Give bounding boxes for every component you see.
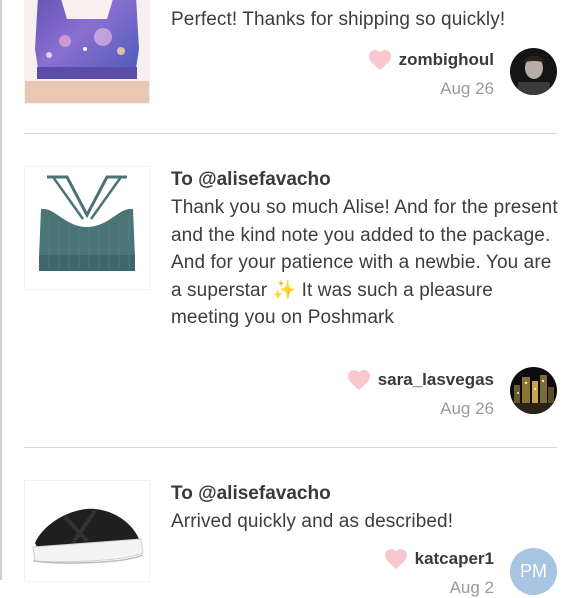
product-thumbnail[interactable] [24, 480, 150, 582]
review-recipient[interactable]: To @alisefavacho [171, 480, 561, 508]
divider [24, 447, 557, 448]
heart-icon[interactable] [368, 49, 392, 71]
black-sandal-image [25, 481, 149, 581]
review-date: Aug 2 [449, 578, 494, 597]
galaxy-sports-bra-image [25, 0, 149, 103]
avatar-initials: PM [520, 561, 547, 581]
user-photo-icon [510, 48, 557, 95]
review-text: Thank you so much Alise! And for the pre… [171, 197, 558, 328]
left-border [0, 0, 2, 580]
reviewer-avatar[interactable]: PM [510, 548, 557, 595]
teal-sports-bra-image [25, 167, 149, 289]
review-date: Aug 26 [440, 79, 494, 98]
reviewer-avatar[interactable] [510, 48, 557, 95]
product-thumbnail[interactable] [24, 0, 150, 104]
heart-icon[interactable] [347, 369, 371, 391]
heart-icon[interactable] [384, 548, 408, 570]
reviewer-avatar[interactable] [510, 367, 557, 414]
city-lights-photo-icon [510, 367, 557, 414]
reviewer-username[interactable]: zombighoul [399, 50, 494, 70]
reviewer-username[interactable]: katcaper1 [415, 549, 494, 569]
reviewer-username[interactable]: sara_lasvegas [378, 370, 494, 390]
product-thumbnail[interactable] [24, 166, 150, 290]
review-date: Aug 26 [440, 399, 494, 418]
review-text: Arrived quickly and as described! [171, 511, 454, 532]
review-recipient[interactable]: To @alisefavacho [171, 166, 561, 194]
divider [24, 133, 557, 134]
review-text: Perfect! Thanks for shipping so quickly! [171, 9, 506, 30]
